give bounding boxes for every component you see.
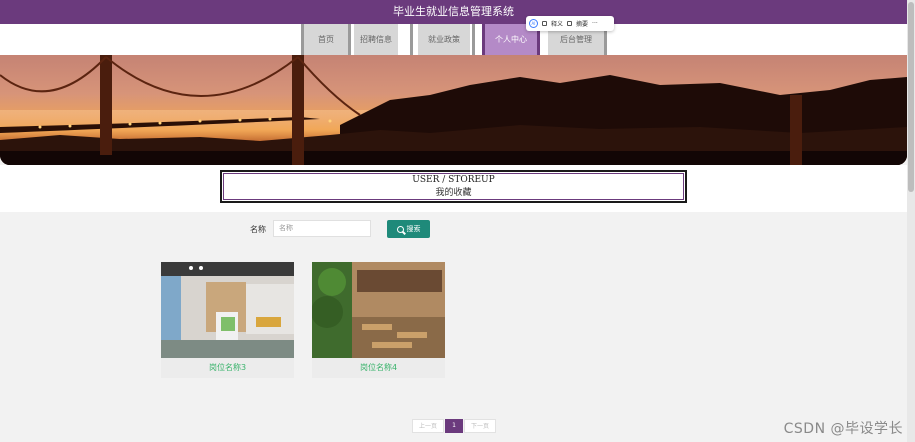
- floating-ai-toolbar: AI 释义 摘要 ···: [526, 16, 614, 31]
- nav-item-home[interactable]: 首页: [304, 24, 348, 55]
- summary-icon: [567, 21, 573, 26]
- nav-item-policy[interactable]: 就业政策: [418, 24, 470, 55]
- prev-page-button[interactable]: 上一页: [412, 419, 444, 433]
- search-label: 名称: [250, 225, 266, 234]
- search-icon: [396, 225, 404, 233]
- summary-button[interactable]: 摘要: [576, 19, 588, 28]
- hero-banner-image: [0, 55, 907, 165]
- search-button-label: 搜索: [406, 225, 421, 233]
- nav-item-label: 招聘信息: [360, 35, 392, 44]
- scrollbar-thumb[interactable]: [908, 2, 914, 192]
- translate-button[interactable]: 释义: [551, 19, 563, 28]
- current-page[interactable]: 1: [445, 419, 463, 433]
- card-image-office[interactable]: [161, 262, 294, 358]
- favorite-card[interactable]: 岗位名称4: [312, 262, 445, 378]
- nav-item-label: 后台管理: [560, 35, 592, 44]
- next-page-button[interactable]: 下一页: [464, 419, 496, 433]
- csdn-watermark: CSDN @毕设学长: [783, 421, 903, 437]
- section-title-en: USER / STOREUP: [412, 175, 495, 185]
- translate-icon: [542, 21, 547, 26]
- nav-item-label: 个人中心: [495, 35, 527, 44]
- ai-icon[interactable]: AI: [529, 19, 538, 28]
- nav-item-jobs[interactable]: 招聘信息: [354, 24, 398, 55]
- app-header: 毕业生就业信息管理系统: [0, 0, 907, 24]
- nav-item-label: 就业政策: [428, 35, 460, 44]
- page-scrollbar[interactable]: [907, 0, 915, 442]
- nav-divider: [472, 24, 475, 55]
- section-title-cn: 我的收藏: [435, 188, 472, 198]
- search-input[interactable]: 名称: [273, 220, 371, 237]
- main-nav: 首页 招聘信息 就业政策 个人中心 后台管理: [0, 24, 907, 55]
- nav-divider: [348, 24, 351, 55]
- card-image-restaurant[interactable]: [312, 262, 445, 358]
- card-title[interactable]: 岗位名称4: [312, 358, 445, 378]
- favorite-card[interactable]: 岗位名称3: [161, 262, 294, 378]
- more-icon[interactable]: ···: [592, 20, 598, 27]
- nav-divider: [410, 24, 413, 55]
- card-title[interactable]: 岗位名称3: [161, 358, 294, 378]
- app-title: 毕业生就业信息管理系统: [393, 5, 514, 18]
- section-title-box: USER / STOREUP 我的收藏: [220, 170, 687, 203]
- search-button[interactable]: 搜索: [387, 220, 430, 238]
- bridge-sunset-picture: [0, 55, 907, 165]
- nav-item-label: 首页: [318, 35, 334, 44]
